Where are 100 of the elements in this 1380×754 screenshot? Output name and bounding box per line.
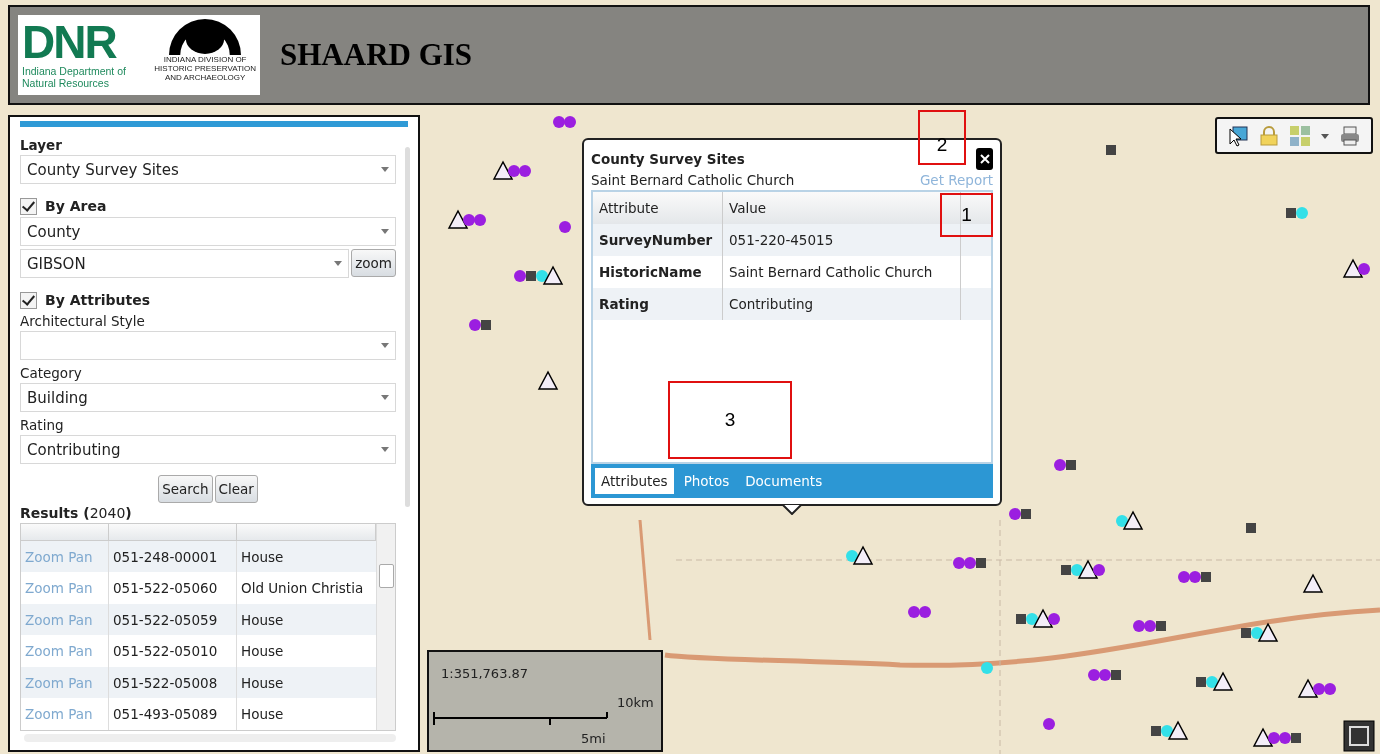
form-button[interactable]: Search xyxy=(158,475,213,503)
site-dot-icon[interactable] xyxy=(469,319,481,331)
site-triangle-icon[interactable] xyxy=(1297,678,1319,698)
site-triangle-icon[interactable] xyxy=(1252,727,1274,747)
site-dot-icon[interactable] xyxy=(908,606,920,618)
site-triangle-icon[interactable] xyxy=(1212,671,1234,691)
site-dot-icon[interactable] xyxy=(1279,732,1291,744)
site-dot-icon[interactable] xyxy=(1251,627,1263,639)
field-label: Category xyxy=(20,364,83,383)
table-cell: 051-522-05008 xyxy=(109,666,237,699)
checkbox-label: By Attributes xyxy=(45,292,151,308)
checkbox[interactable] xyxy=(20,291,37,309)
print-icon[interactable] xyxy=(1338,124,1361,147)
site-dot-icon[interactable] xyxy=(1161,725,1173,737)
site-triangle-icon[interactable] xyxy=(1167,720,1189,740)
annotation-box: 3 xyxy=(668,381,792,459)
site-triangle-icon[interactable] xyxy=(447,209,469,229)
attribute-value: Contributing xyxy=(723,288,961,320)
site-dot-icon[interactable] xyxy=(1116,515,1128,527)
logo-division-text: INDIANA DIVISION OF xyxy=(163,55,247,64)
site-dot-icon[interactable] xyxy=(519,165,531,177)
select-arrow-icon[interactable] xyxy=(1227,124,1250,147)
lock-icon[interactable] xyxy=(1258,124,1281,147)
attribute-name: Rating xyxy=(593,288,723,320)
field-label: Rating xyxy=(20,416,65,435)
checkbox[interactable] xyxy=(20,197,37,215)
scrollbar[interactable] xyxy=(376,524,395,730)
site-dot-icon[interactable] xyxy=(1206,676,1218,688)
site-dot-icon[interactable] xyxy=(1296,207,1308,219)
site-dot-icon[interactable] xyxy=(1026,613,1038,625)
site-dot-icon[interactable] xyxy=(981,662,993,674)
site-dot-icon[interactable] xyxy=(846,550,858,562)
scrollbar[interactable] xyxy=(405,147,410,507)
site-dot-icon[interactable] xyxy=(1093,564,1105,576)
site-dot-icon[interactable] xyxy=(1054,459,1066,471)
site-dot-icon[interactable] xyxy=(953,557,965,569)
annotation-box: 2 xyxy=(918,110,966,165)
site-dot-icon[interactable] xyxy=(1071,564,1083,576)
scale-km-label: 10km xyxy=(617,695,654,710)
app-title: SHAARD GIS xyxy=(280,37,473,73)
overview-map-icon[interactable] xyxy=(1343,720,1375,752)
site-triangle-icon[interactable] xyxy=(1032,608,1054,628)
site-dot-icon[interactable] xyxy=(508,165,520,177)
site-triangle-icon[interactable] xyxy=(1077,559,1099,579)
annotation-box: 1 xyxy=(940,193,993,237)
site-dot-icon[interactable] xyxy=(1099,669,1111,681)
site-dot-icon[interactable] xyxy=(1048,613,1060,625)
attribute-dropdown[interactable]: Building xyxy=(20,383,396,412)
site-dot-icon[interactable] xyxy=(553,116,565,128)
site-dot-icon[interactable] xyxy=(1144,620,1156,632)
attribute-name: SurveyNumber xyxy=(593,224,723,256)
scale-ratio: 1:351,763.87 xyxy=(441,666,529,681)
site-dot-icon[interactable] xyxy=(1358,263,1370,275)
table-cell: 051-522-05010 xyxy=(109,635,237,667)
table-cell-text: House xyxy=(240,673,285,693)
area-type-dropdown[interactable]: County xyxy=(20,217,396,246)
layer-dropdown[interactable]: County Survey Sites xyxy=(20,155,396,184)
site-dot-icon[interactable] xyxy=(1009,508,1021,520)
scale-mi-label: 5mi xyxy=(581,731,606,746)
tab[interactable]: Attributes xyxy=(595,468,674,494)
scale-bar-icon xyxy=(433,712,608,726)
zoom-button[interactable]: zoom xyxy=(351,249,396,277)
field-label: Layer xyxy=(20,136,63,155)
pot-arch-icon xyxy=(169,19,242,55)
site-dot-icon[interactable] xyxy=(1313,683,1325,695)
site-triangle-icon[interactable] xyxy=(852,545,874,565)
table-cell: 051-522-05059 xyxy=(109,603,237,636)
site-dot-icon[interactable] xyxy=(463,214,475,226)
site-triangle-icon[interactable] xyxy=(1302,573,1324,593)
table-cell-text: House xyxy=(240,547,285,567)
site-dot-icon[interactable] xyxy=(1268,732,1280,744)
site-dot-icon[interactable] xyxy=(474,214,486,226)
site-dot-icon[interactable] xyxy=(1043,718,1055,730)
site-dot-icon[interactable] xyxy=(1133,620,1145,632)
field-label: Architectural Style xyxy=(20,312,146,331)
site-dot-icon[interactable] xyxy=(564,116,576,128)
results-heading: Results (2040) xyxy=(20,505,133,521)
site-triangle-icon[interactable] xyxy=(542,265,564,285)
area-dropdown[interactable]: GIBSON xyxy=(20,249,350,278)
close-button[interactable] xyxy=(976,148,993,170)
site-triangle-icon[interactable] xyxy=(1122,510,1144,530)
site-dot-icon[interactable] xyxy=(964,557,976,569)
site-dot-icon[interactable] xyxy=(514,270,526,282)
site-dot-icon[interactable] xyxy=(559,221,571,233)
site-dot-icon[interactable] xyxy=(1324,683,1336,695)
logo-department-text: Natural Resources xyxy=(22,77,110,89)
table-cell-text: House xyxy=(240,705,285,725)
site-triangle-icon[interactable] xyxy=(492,160,514,180)
site-dot-icon[interactable] xyxy=(919,606,931,618)
site-dot-icon[interactable] xyxy=(1189,571,1201,583)
attribute-dropdown[interactable]: Contributing xyxy=(20,435,396,464)
close-icon[interactable] xyxy=(979,154,990,164)
site-triangle-icon[interactable] xyxy=(1342,258,1364,278)
site-triangle-icon[interactable] xyxy=(537,370,559,390)
site-dot-icon[interactable] xyxy=(1088,669,1100,681)
site-triangle-icon[interactable] xyxy=(1257,622,1279,642)
logo-department-text: Indiana Department of xyxy=(22,65,127,77)
form-button[interactable]: Clear xyxy=(214,475,258,503)
site-dot-icon[interactable] xyxy=(536,270,548,282)
site-dot-icon[interactable] xyxy=(1178,571,1190,583)
